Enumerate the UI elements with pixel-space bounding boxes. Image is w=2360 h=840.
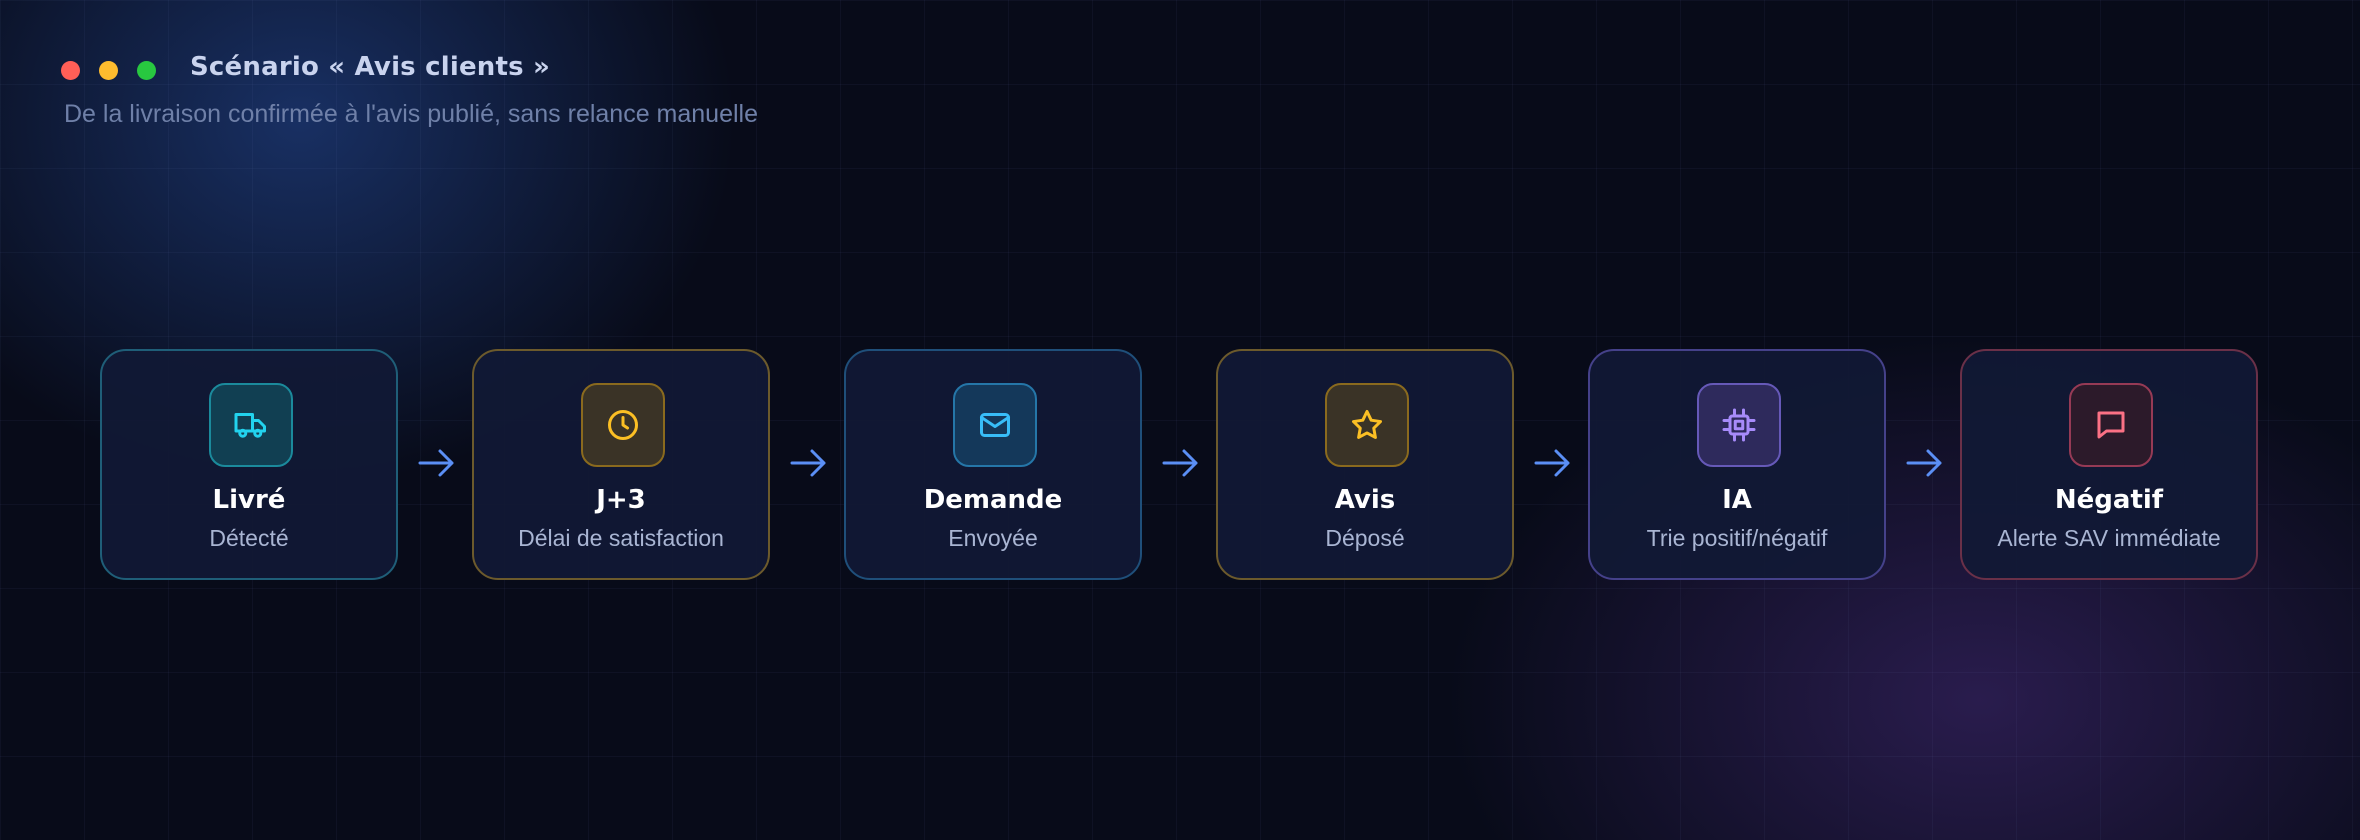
step-description: Alerte SAV immédiate	[1997, 525, 2221, 551]
arrow-right-icon	[786, 441, 830, 485]
step-card-ia: IA Trie positif/négatif	[1588, 349, 1886, 580]
window-controls	[61, 61, 156, 80]
arrow-right-icon	[414, 441, 458, 485]
step-description: Envoyée	[948, 525, 1038, 551]
maximize-window-dot[interactable]	[137, 61, 156, 80]
arrow-right-icon	[1158, 441, 1202, 485]
step-label: J+3	[596, 485, 646, 515]
step-label: IA	[1722, 485, 1752, 515]
step-description: Délai de satisfaction	[518, 525, 724, 551]
page-title: Scénario « Avis clients »	[190, 52, 551, 82]
step-card-j3: J+3 Délai de satisfaction	[472, 349, 770, 580]
step-label: Demande	[923, 485, 1063, 515]
star-icon	[1325, 383, 1409, 467]
mail-icon	[953, 383, 1037, 467]
minimize-window-dot[interactable]	[99, 61, 118, 80]
step-label: Livré	[212, 485, 286, 515]
message-icon	[2069, 383, 2153, 467]
arrow-right-icon	[1902, 441, 1946, 485]
page-subtitle: De la livraison confirmée à l'avis publi…	[64, 100, 759, 128]
step-description: Déposé	[1325, 525, 1405, 551]
clock-icon	[581, 383, 665, 467]
cpu-icon	[1697, 383, 1781, 467]
step-card-demande: Demande Envoyée	[844, 349, 1142, 580]
close-window-dot[interactable]	[61, 61, 80, 80]
step-label: Négatif	[2054, 485, 2164, 515]
step-description: Trie positif/négatif	[1646, 525, 1828, 551]
truck-icon	[209, 383, 293, 467]
step-card-livre: Livré Détecté	[100, 349, 398, 580]
step-label: Avis	[1334, 485, 1396, 515]
step-description: Détecté	[209, 525, 289, 551]
step-card-negatif: Négatif Alerte SAV immédiate	[1960, 349, 2258, 580]
step-card-avis: Avis Déposé	[1216, 349, 1514, 580]
arrow-right-icon	[1530, 441, 1574, 485]
